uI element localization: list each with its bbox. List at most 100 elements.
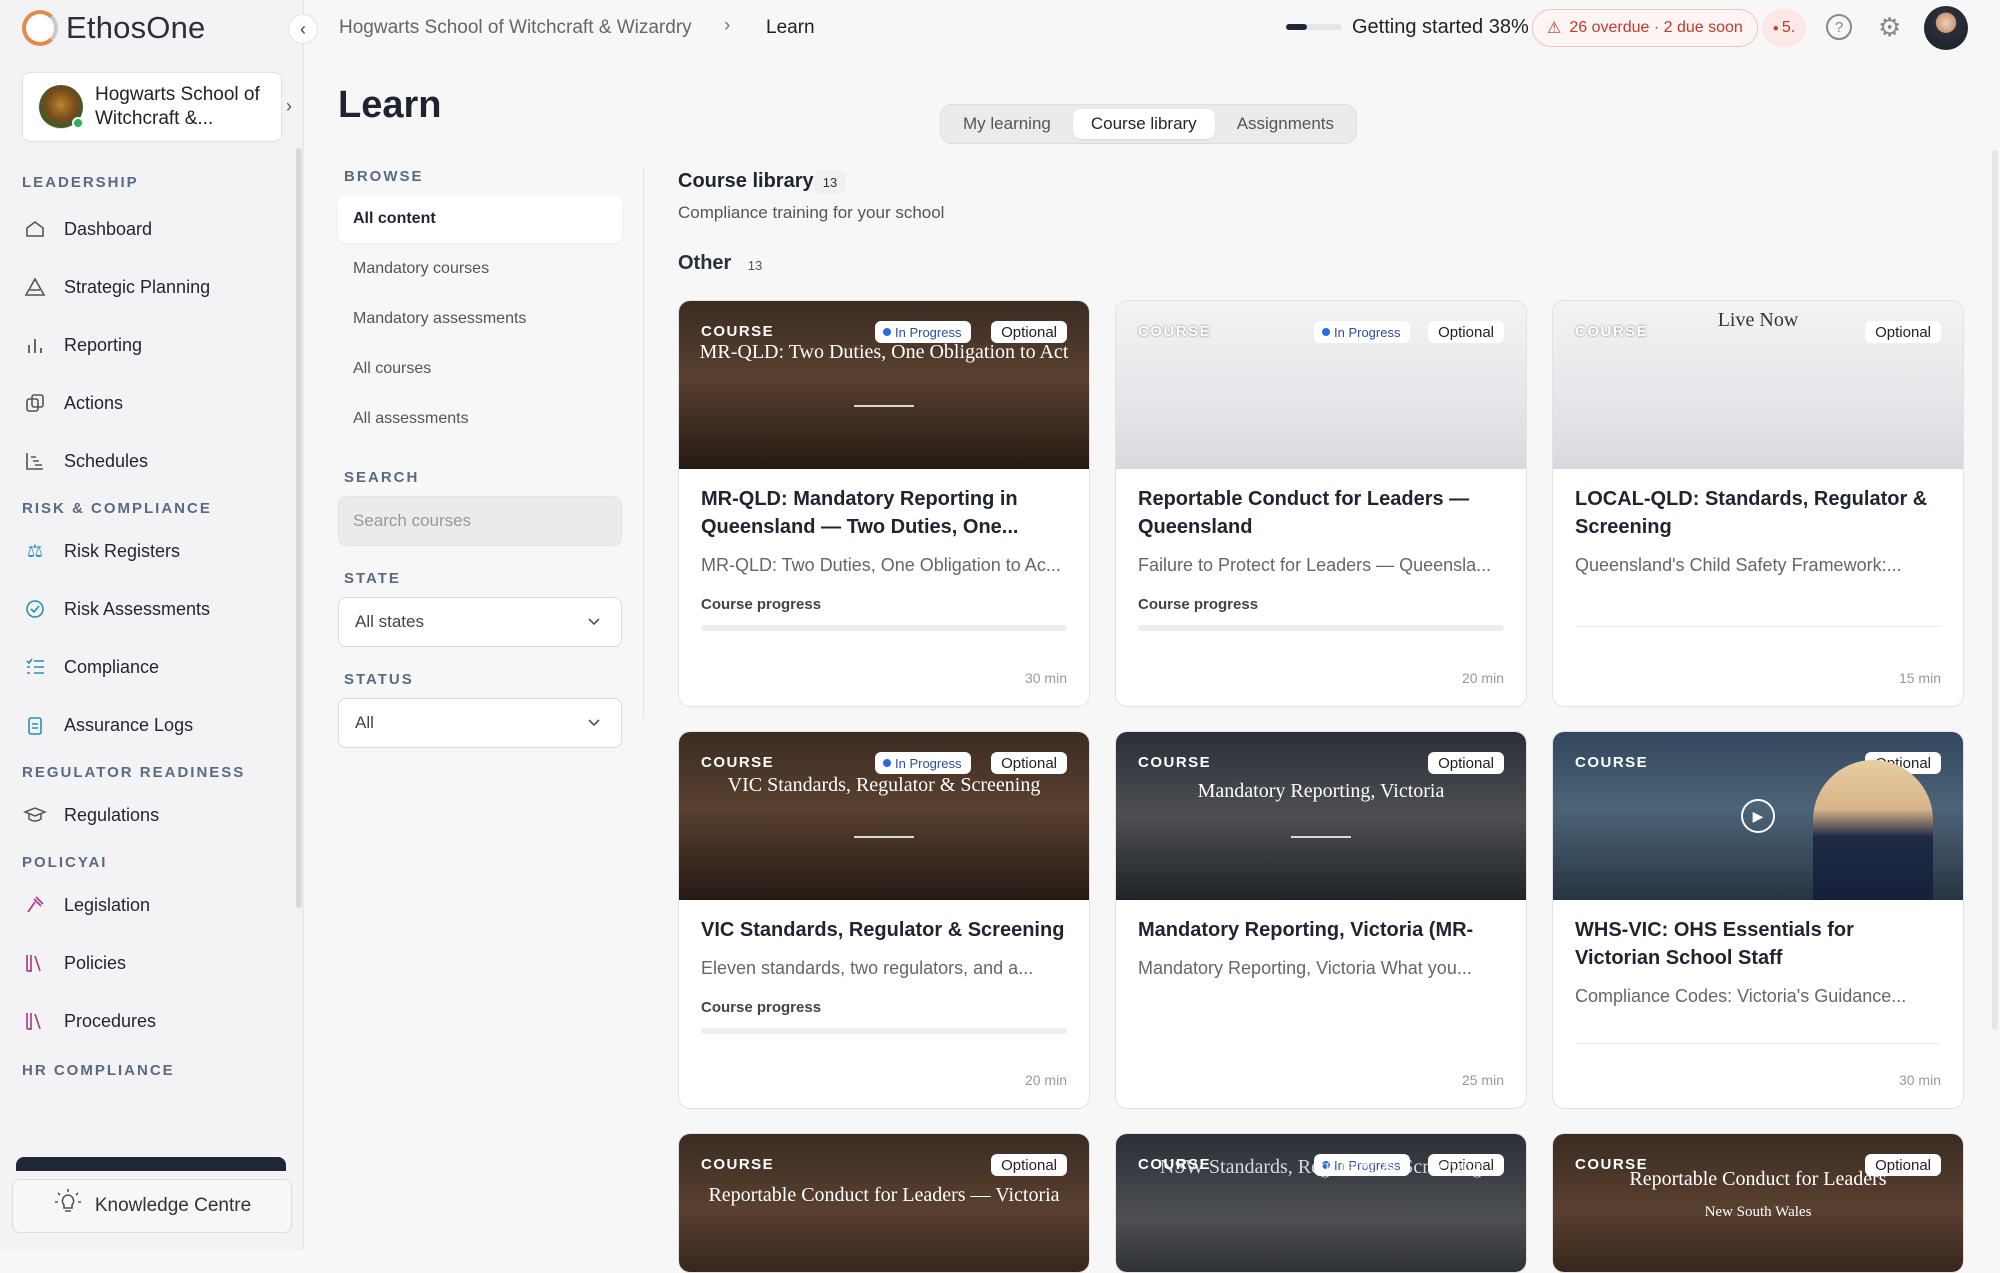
breadcrumb-school[interactable]: Hogwarts School of Witchcraft & Wizardry	[339, 17, 692, 39]
top-bar: Hogwarts School of Witchcraft & Wizardry…	[304, 0, 2000, 56]
lightbulb-icon	[53, 1188, 83, 1224]
panel-divider	[643, 166, 644, 718]
state-select[interactable]: All states	[338, 597, 622, 647]
school-crest-icon	[39, 85, 84, 129]
course-title: WHS-VIC: OHS Essentials for Victorian Sc…	[1575, 919, 1854, 969]
course-duration: 30 min	[1024, 670, 1067, 686]
sidebar-item-reporting[interactable]: Reporting	[22, 316, 292, 374]
browse-all-content[interactable]: All content	[338, 195, 622, 243]
browse-mandatory-assessments[interactable]: Mandatory assessments	[338, 295, 622, 343]
app-logo[interactable]: EthosOne	[22, 8, 205, 48]
sidebar-nav: LEADERSHIP Dashboard Strategic Planning …	[22, 168, 292, 1084]
sidebar-item-label: Regulations	[64, 804, 160, 825]
course-card[interactable]: COURSE In Progress Optional MR-QLD: Two …	[678, 300, 1090, 707]
thumbnail-divider	[854, 405, 914, 407]
tab-assignments[interactable]: Assignments	[1219, 109, 1352, 139]
section-label-policyai: POLICYAI	[22, 854, 108, 871]
progress-fill	[1286, 24, 1308, 30]
search-input[interactable]: Search courses	[338, 496, 622, 546]
sidebar-item-compliance[interactable]: Compliance	[22, 638, 292, 696]
course-description: Eleven standards, two regulators, and a.…	[701, 958, 1034, 978]
sidebar-item-schedules[interactable]: Schedules	[22, 432, 292, 490]
sidebar-item-label: Risk Assessments	[64, 598, 211, 619]
red-dot-icon: ●	[1772, 22, 1779, 34]
sidebar-item-risk-registers[interactable]: ⚖ Risk Registers	[22, 522, 292, 580]
course-card[interactable]: COURSE Optional Reportable Conduct for L…	[1552, 1133, 1964, 1273]
section-label-regulator-readiness: REGULATOR READINESS	[22, 764, 246, 781]
school-switcher[interactable]: Hogwarts School of Witchcraft &...	[22, 72, 282, 142]
knowledge-centre-button[interactable]: Knowledge Centre	[12, 1179, 292, 1233]
logo-icon	[22, 10, 58, 46]
optional-badge: Optional	[1428, 752, 1504, 774]
collapse-sidebar-button[interactable]: ‹	[288, 14, 318, 44]
library-count: 13	[814, 170, 846, 194]
thumbnail-subheading: New South Wales	[1704, 1204, 1812, 1220]
group-title: Other	[678, 252, 732, 274]
sidebar-item-actions[interactable]: Actions	[22, 374, 292, 432]
progress-label: Course progress	[701, 999, 822, 1016]
optional-badge: Optional	[991, 1154, 1067, 1176]
sidebar-item-label: Dashboard	[64, 218, 153, 239]
progress-label: Course progress	[701, 596, 822, 613]
sidebar-item-assurance-logs[interactable]: Assurance Logs	[22, 696, 292, 754]
main-scrollbar[interactable]	[1992, 150, 1998, 1030]
sidebar-item-strategic-planning[interactable]: Strategic Planning	[22, 258, 292, 316]
course-duration: 30 min	[1898, 1072, 1941, 1088]
course-progress-bar	[701, 1028, 1067, 1034]
alerts-button[interactable]: ● 5.	[1762, 9, 1806, 47]
library-subtitle: Compliance training for your school	[678, 203, 945, 222]
sidebar-item-dashboard[interactable]: Dashboard	[22, 200, 292, 258]
browse-all-courses[interactable]: All courses	[338, 345, 622, 393]
gavel-icon	[22, 892, 48, 918]
course-duration: 20 min	[1461, 670, 1504, 686]
section-label-hr-compliance: HR COMPLIANCE	[22, 1062, 175, 1079]
course-card[interactable]: COURSE Optional Live Now LOCAL-QLD: Stan…	[1552, 300, 1964, 707]
status-value: All	[355, 713, 374, 732]
timeline-icon	[22, 448, 48, 474]
status-select[interactable]: All	[338, 698, 622, 748]
chevron-down-icon	[587, 713, 601, 733]
course-card[interactable]: COURSE In Progress Optional NSW Standard…	[1115, 1133, 1527, 1273]
course-title: Reportable Conduct for Leaders — Queensl…	[1138, 488, 1470, 538]
sidebar-item-policies[interactable]: Policies	[22, 934, 292, 992]
thumbnail-heading: Reportable Conduct for Leaders	[1629, 1168, 1887, 1190]
course-thumbnail: COURSE Optional Live Now	[1553, 301, 1963, 469]
sidebar-item-risk-assessments[interactable]: Risk Assessments	[22, 580, 292, 638]
sidebar-item-legislation[interactable]: Legislation	[22, 876, 292, 934]
tab-course-library[interactable]: Course library	[1072, 109, 1215, 139]
sidebar-item-procedures[interactable]: Procedures	[22, 992, 292, 1050]
course-card[interactable]: COURSE Optional ▶ WHS-VIC: OHS Essential…	[1552, 731, 1964, 1109]
getting-started-label[interactable]: Getting started 38%	[1352, 16, 1529, 39]
course-card[interactable]: COURSE Optional Mandatory Reporting, Vic…	[1115, 731, 1527, 1109]
sidebar-item-label: Procedures	[64, 1010, 157, 1031]
chevron-right-icon[interactable]: ›	[286, 96, 292, 117]
help-icon[interactable]: ?	[1826, 14, 1852, 40]
avatar[interactable]	[1924, 6, 1968, 50]
course-thumbnail: COURSE Optional Mandatory Reporting, Vic…	[1116, 732, 1526, 900]
browse-label: BROWSE	[344, 168, 424, 185]
course-title: MR-QLD: Mandatory Reporting in Queenslan…	[701, 488, 1019, 538]
knowledge-centre-label: Knowledge Centre	[94, 1195, 252, 1216]
gear-icon[interactable]: ⚙	[1878, 12, 1901, 43]
course-thumbnail: COURSE Optional Reportable Conduct for L…	[1553, 1134, 1963, 1272]
play-icon[interactable]: ▶	[1741, 799, 1775, 833]
sidebar-scrollbar[interactable]	[296, 148, 302, 908]
course-card[interactable]: COURSE In Progress Optional VIC Standard…	[678, 731, 1090, 1109]
browse-mandatory-courses[interactable]: Mandatory courses	[338, 245, 622, 293]
chevron-down-icon	[587, 612, 601, 632]
course-thumbnail: COURSE In Progress Optional	[1116, 301, 1526, 469]
browse-all-assessments[interactable]: All assessments	[338, 395, 622, 443]
sidebar-item-regulations[interactable]: Regulations	[22, 786, 292, 844]
optional-badge: Optional	[1428, 321, 1504, 343]
overdue-badge[interactable]: ⚠ 26 overdue · 2 due soon	[1532, 9, 1758, 47]
course-card[interactable]: COURSE In Progress Optional Reportable C…	[1115, 300, 1527, 707]
presenter-image	[1813, 760, 1933, 900]
getting-started-progress[interactable]	[1286, 24, 1342, 30]
home-icon	[22, 216, 48, 242]
sidebar-item-label: Actions	[64, 392, 124, 413]
tab-my-learning[interactable]: My learning	[945, 109, 1069, 139]
library-title: Course library	[678, 170, 814, 192]
course-card[interactable]: COURSE Optional Reportable Conduct for L…	[678, 1133, 1090, 1273]
course-thumbnail: COURSE In Progress Optional NSW Standard…	[1116, 1134, 1526, 1272]
status-badge: In Progress	[1314, 321, 1411, 343]
